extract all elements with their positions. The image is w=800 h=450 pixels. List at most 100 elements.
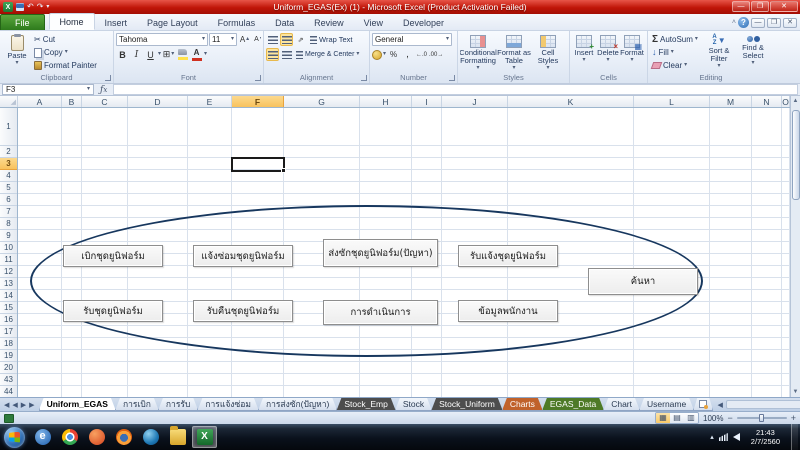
minimize-button[interactable]: —: [732, 1, 750, 12]
row-header-7[interactable]: 7: [0, 206, 17, 218]
italic-button[interactable]: I: [130, 48, 143, 61]
workbook-minimize-button[interactable]: —: [751, 18, 765, 28]
save-icon[interactable]: [16, 3, 24, 11]
row-header-16[interactable]: 16: [0, 314, 17, 326]
help-icon[interactable]: ?: [738, 17, 749, 28]
row-header-1[interactable]: 1: [0, 108, 17, 146]
sheet-tab-stock[interactable]: Stock: [395, 398, 432, 411]
sheet-tab-username[interactable]: Username: [639, 398, 694, 411]
row-header-20[interactable]: 20: [0, 362, 17, 374]
start-button[interactable]: [4, 427, 25, 448]
qat-customize-icon[interactable]: ▾: [46, 2, 49, 12]
number-dialog-launcher[interactable]: [449, 75, 455, 81]
number-format-select[interactable]: General ▾: [372, 33, 452, 46]
fill-button[interactable]: ↓ Fill ▾: [650, 46, 702, 59]
increase-decimal-button[interactable]: ←.0: [415, 48, 428, 61]
row-header-43[interactable]: 43: [0, 374, 17, 386]
canvas-button-row1-2[interactable]: แจ้งซ่อมชุดยูนิฟอร์ม: [193, 245, 293, 267]
ribbon-tab-insert[interactable]: Insert: [95, 15, 138, 30]
windows-explorer-icon[interactable]: [165, 426, 190, 448]
canvas-button-row2-2[interactable]: รับคืนชุดยูนิฟอร์ม: [193, 300, 293, 322]
hidden-icons-icon[interactable]: ▴: [710, 435, 714, 440]
alignment-dialog-launcher[interactable]: [361, 75, 367, 81]
scroll-up-icon[interactable]: ▲: [793, 96, 799, 106]
row-header-4[interactable]: 4: [0, 170, 17, 182]
canvas-button-row1-3[interactable]: ส่งซักชุดยูนิฟอร์ม(ปัญหา): [323, 239, 438, 267]
find-select-button[interactable]: Find & Select ▾: [736, 33, 770, 66]
column-header-c[interactable]: C: [82, 96, 128, 107]
zoom-slider[interactable]: [737, 417, 787, 419]
column-header-m[interactable]: M: [710, 96, 752, 107]
column-header-i[interactable]: I: [412, 96, 442, 107]
format-painter-button[interactable]: Format Painter: [32, 59, 99, 72]
collapse-ribbon-icon[interactable]: ˄: [732, 19, 736, 26]
row-header-15[interactable]: 15: [0, 302, 17, 314]
row-header-8[interactable]: 8: [0, 218, 17, 230]
decrease-decimal-button[interactable]: .00→: [429, 48, 443, 61]
sheet-tab-thai-4[interactable]: การส่งซัก(ปัญหา): [258, 398, 337, 411]
merge-center-button[interactable]: Merge & Center ▾: [294, 48, 361, 61]
column-header-l[interactable]: L: [634, 96, 710, 107]
bold-button[interactable]: B: [116, 48, 129, 61]
row-header-10[interactable]: 10: [0, 242, 17, 254]
row-header-18[interactable]: 18: [0, 338, 17, 350]
row-header-3[interactable]: 3: [0, 158, 17, 170]
sheet-tab-thai-2[interactable]: การรับ: [158, 398, 198, 411]
volume-icon[interactable]: [733, 433, 740, 441]
font-size-select[interactable]: 11 ▾: [209, 33, 237, 46]
column-header-h[interactable]: H: [360, 96, 412, 107]
sort-filter-button[interactable]: AZ▼ Sort & Filter ▾: [702, 33, 736, 69]
zoom-slider-thumb[interactable]: [759, 414, 764, 422]
canvas-search-button[interactable]: ค้นหา: [588, 268, 698, 295]
row-header-11[interactable]: 11: [0, 254, 17, 266]
align-top-button[interactable]: [266, 33, 279, 46]
column-header-k[interactable]: K: [508, 96, 634, 107]
redo-icon[interactable]: ↷: [37, 2, 44, 12]
align-center-button[interactable]: [280, 48, 293, 61]
align-middle-button[interactable]: [280, 33, 293, 46]
firefox-icon[interactable]: [111, 426, 136, 448]
cell-styles-button[interactable]: Cell Styles ▾: [532, 33, 564, 71]
cut-button[interactable]: ✂ Cut: [32, 33, 99, 46]
sheet-tab-charts[interactable]: Charts: [502, 398, 543, 411]
workbook-restore-button[interactable]: ❐: [767, 18, 781, 28]
clear-button[interactable]: Clear ▾: [650, 59, 702, 72]
formula-input[interactable]: [113, 84, 798, 95]
sheet-tab-stock-uniform[interactable]: Stock_Uniform: [431, 398, 503, 411]
font-dialog-launcher[interactable]: [255, 75, 261, 81]
selected-cell-F3[interactable]: [231, 157, 285, 172]
grow-font-button[interactable]: A▴: [238, 33, 251, 46]
orientation-button[interactable]: ⇗: [294, 33, 307, 46]
first-sheet-icon[interactable]: ◀: [4, 401, 9, 409]
column-header-o[interactable]: O: [782, 96, 790, 107]
zoom-out-icon[interactable]: −: [727, 414, 732, 423]
column-header-f[interactable]: F: [232, 96, 284, 107]
close-button[interactable]: ✕: [770, 1, 798, 12]
clipboard-dialog-launcher[interactable]: [105, 75, 111, 81]
font-color-button[interactable]: A: [190, 48, 203, 61]
canvas-button-row2-3[interactable]: การดำเนินการ: [323, 300, 438, 325]
wrap-text-button[interactable]: Wrap Text: [308, 33, 355, 46]
row-header-12[interactable]: 12: [0, 266, 17, 278]
select-all-corner[interactable]: [0, 96, 18, 107]
excel-icon[interactable]: X: [192, 426, 217, 448]
scroll-left-icon[interactable]: ◀: [715, 401, 725, 409]
ribbon-tab-page-layout[interactable]: Page Layout: [137, 15, 208, 30]
scroll-down-icon[interactable]: ▼: [793, 387, 799, 397]
sheet-tab-stock-emp[interactable]: Stock_Emp: [336, 398, 395, 411]
next-sheet-icon[interactable]: ▶: [21, 401, 26, 409]
ribbon-tab-formulas[interactable]: Formulas: [208, 15, 266, 30]
canvas-button-row2-4[interactable]: ข้อมูลพนักงาน: [458, 300, 558, 322]
network-icon[interactable]: [719, 433, 728, 441]
row-header-44[interactable]: 44: [0, 386, 17, 397]
canvas-button-row1-4[interactable]: รับแจ้งชุดยูนิฟอร์ม: [458, 245, 558, 267]
horizontal-scrollbar[interactable]: ◀ ▶: [713, 398, 800, 411]
sheet-tab-uniform-egas[interactable]: Uniform_EGAS: [39, 398, 116, 411]
ribbon-tab-home[interactable]: Home: [49, 13, 95, 30]
insert-function-icon[interactable]: ƒx: [96, 85, 111, 95]
insert-cells-button[interactable]: + Insert ▾: [572, 33, 596, 63]
column-header-b[interactable]: B: [62, 96, 82, 107]
delete-cells-button[interactable]: × Delete ▾: [596, 33, 620, 63]
column-header-j[interactable]: J: [442, 96, 508, 107]
row-header-14[interactable]: 14: [0, 290, 17, 302]
